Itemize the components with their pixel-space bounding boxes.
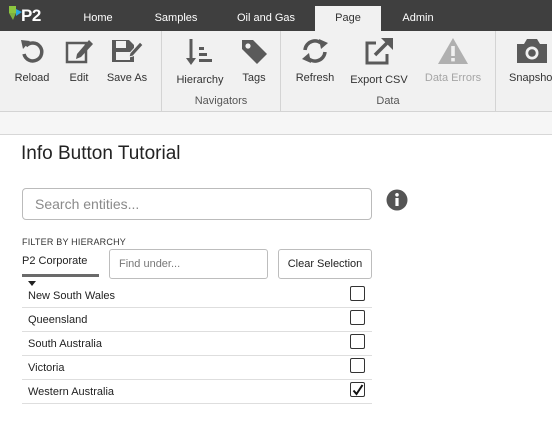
edit-icon bbox=[65, 40, 93, 64]
list-item[interactable]: Queensland bbox=[22, 308, 372, 332]
tab-page[interactable]: Page bbox=[315, 6, 381, 31]
reload-icon bbox=[21, 40, 44, 63]
entity-checkbox[interactable] bbox=[350, 286, 365, 301]
refresh-button[interactable]: Refresh bbox=[292, 35, 338, 95]
export-icon bbox=[365, 38, 393, 65]
entity-list: New South Wales Queensland South Austral… bbox=[22, 284, 372, 404]
snapshot-button[interactable]: Snapshot bbox=[509, 35, 552, 95]
filter-by-hierarchy-label: FILTER BY HIERARCHY bbox=[22, 237, 126, 247]
warning-icon bbox=[438, 38, 468, 64]
export-csv-button[interactable]: Export CSV bbox=[349, 35, 409, 95]
reload-label: Reload bbox=[14, 72, 50, 84]
snapshot-label: Snapshot bbox=[509, 72, 552, 84]
hierarchy-dropdown[interactable]: P2 Corporate bbox=[22, 250, 99, 286]
ribbon-separator bbox=[495, 31, 496, 112]
info-icon[interactable] bbox=[386, 189, 408, 211]
entity-checkbox[interactable] bbox=[350, 334, 365, 349]
save-as-icon bbox=[112, 40, 144, 62]
navigators-group-label: Navigators bbox=[194, 95, 248, 107]
page-title: Info Button Tutorial bbox=[21, 143, 181, 164]
tags-button[interactable]: Tags bbox=[234, 35, 274, 95]
entity-name: New South Wales bbox=[28, 290, 116, 302]
ribbon-toolbar: Reload Edit Save As Hierarchy Tags Navig… bbox=[0, 31, 552, 112]
list-item[interactable]: New South Wales bbox=[22, 284, 372, 308]
top-navigation-bar: P2 Home Samples Oil and Gas Page Admin bbox=[0, 0, 552, 31]
tags-label: Tags bbox=[242, 72, 266, 84]
hierarchy-label: Hierarchy bbox=[176, 74, 224, 86]
search-entities-input[interactable] bbox=[22, 188, 372, 220]
logo-text: P2 bbox=[21, 6, 41, 25]
hierarchy-sort-icon bbox=[186, 39, 212, 65]
list-item[interactable]: Victoria bbox=[22, 356, 372, 380]
edit-label: Edit bbox=[69, 72, 89, 84]
save-as-label: Save As bbox=[106, 72, 148, 84]
tab-oil-and-gas[interactable]: Oil and Gas bbox=[225, 0, 307, 31]
data-errors-label: Data Errors bbox=[424, 72, 482, 84]
hierarchy-button[interactable]: Hierarchy bbox=[173, 35, 227, 95]
entity-name: Western Australia bbox=[28, 386, 115, 398]
tab-admin[interactable]: Admin bbox=[389, 0, 447, 31]
tab-home[interactable]: Home bbox=[67, 0, 129, 31]
camera-icon bbox=[517, 39, 547, 63]
edit-button[interactable]: Edit bbox=[60, 35, 98, 95]
refresh-label: Refresh bbox=[295, 72, 335, 84]
entity-checkbox[interactable] bbox=[350, 358, 365, 373]
export-csv-label: Export CSV bbox=[350, 74, 408, 86]
reload-button[interactable]: Reload bbox=[8, 35, 56, 95]
p2-logo: P2 bbox=[9, 5, 51, 27]
find-under-input[interactable] bbox=[109, 249, 268, 279]
entity-name: Victoria bbox=[28, 362, 65, 374]
tab-samples[interactable]: Samples bbox=[142, 0, 210, 31]
entity-checkbox[interactable] bbox=[350, 310, 365, 325]
list-item[interactable]: Western Australia bbox=[22, 380, 372, 404]
save-as-button[interactable]: Save As bbox=[104, 35, 150, 95]
checkmark-icon bbox=[352, 384, 364, 396]
entity-name: Queensland bbox=[28, 314, 88, 326]
entity-checkbox[interactable] bbox=[350, 382, 365, 397]
ribbon-footer-strip bbox=[0, 112, 552, 135]
hierarchy-selected-value: P2 Corporate bbox=[22, 255, 88, 267]
data-group-label: Data bbox=[376, 95, 400, 107]
clear-selection-button[interactable]: Clear Selection bbox=[278, 249, 372, 279]
tag-icon bbox=[242, 40, 267, 64]
data-errors-button[interactable]: Data Errors bbox=[421, 35, 485, 95]
refresh-icon bbox=[302, 39, 328, 63]
entity-name: South Australia bbox=[28, 338, 102, 350]
list-item[interactable]: South Australia bbox=[22, 332, 372, 356]
